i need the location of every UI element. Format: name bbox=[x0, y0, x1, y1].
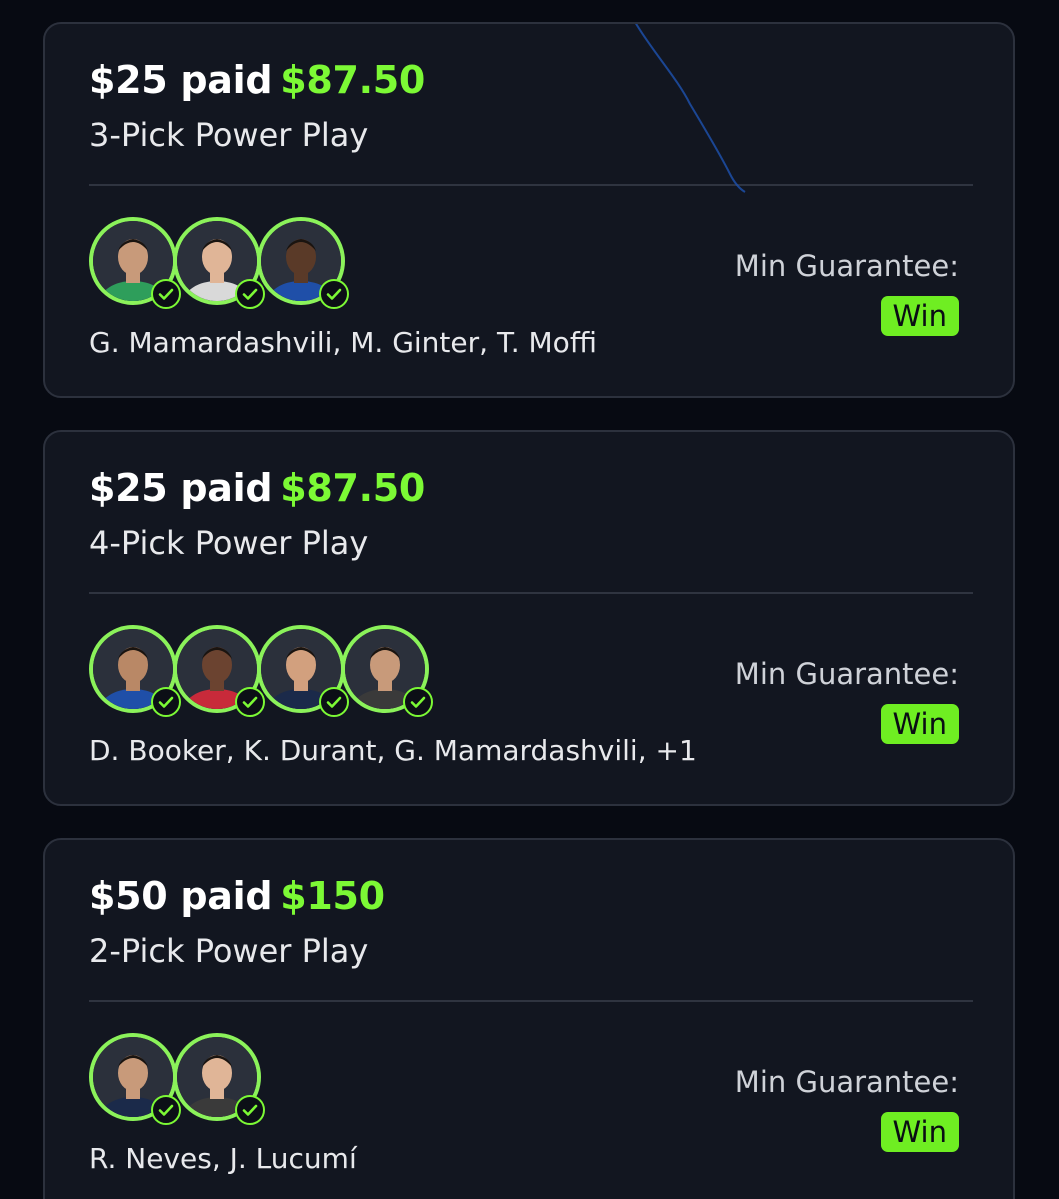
entry-headline: $25 paid $87.50 bbox=[89, 466, 425, 510]
paid-amount: $25 paid bbox=[89, 58, 273, 102]
min-guarantee-label: Min Guarantee: bbox=[734, 249, 959, 283]
entry-card[interactable]: $25 paid $87.50 3-Pick Power Play G. Mama… bbox=[43, 22, 1015, 398]
min-guarantee-label: Min Guarantee: bbox=[734, 657, 959, 691]
play-type: 4-Pick Power Play bbox=[89, 524, 369, 562]
check-circle-icon bbox=[235, 279, 265, 309]
player-names: D. Booker, K. Durant, G. Mamardashvili, … bbox=[89, 734, 697, 767]
min-guarantee-label: Min Guarantee: bbox=[734, 1065, 959, 1099]
check-circle-icon bbox=[151, 1095, 181, 1125]
divider bbox=[89, 592, 973, 594]
check-circle-icon bbox=[151, 279, 181, 309]
entry-card[interactable]: $25 paid $87.50 4-Pick Power Play D. Book… bbox=[43, 430, 1015, 806]
result-badge: Win bbox=[880, 704, 959, 744]
paid-amount: $25 paid bbox=[89, 466, 273, 510]
check-circle-icon bbox=[319, 279, 349, 309]
result-badge: Win bbox=[880, 1112, 959, 1152]
check-circle-icon bbox=[235, 687, 265, 717]
player-names: G. Mamardashvili, M. Ginter, T. Moffi bbox=[89, 326, 597, 359]
entry-headline: $50 paid $150 bbox=[89, 874, 385, 918]
payout-amount: $87.50 bbox=[280, 58, 426, 102]
payout-amount: $150 bbox=[280, 874, 385, 918]
play-type: 3-Pick Power Play bbox=[89, 116, 369, 154]
result-badge: Win bbox=[880, 296, 959, 336]
play-type: 2-Pick Power Play bbox=[89, 932, 369, 970]
divider bbox=[89, 184, 973, 186]
entry-card[interactable]: $50 paid $150 2-Pick Power Play R. Neves,… bbox=[43, 838, 1015, 1199]
check-circle-icon bbox=[151, 687, 181, 717]
payout-amount: $87.50 bbox=[280, 466, 426, 510]
divider bbox=[89, 1000, 973, 1002]
pen-stroke-mark bbox=[635, 24, 746, 193]
check-circle-icon bbox=[235, 1095, 265, 1125]
paid-amount: $50 paid bbox=[89, 874, 273, 918]
player-names: R. Neves, J. Lucumí bbox=[89, 1142, 357, 1175]
check-circle-icon bbox=[319, 687, 349, 717]
check-circle-icon bbox=[403, 687, 433, 717]
entry-headline: $25 paid $87.50 bbox=[89, 58, 425, 102]
entries-screen: $25 paid $87.50 3-Pick Power Play G. Mama… bbox=[0, 0, 1059, 1199]
